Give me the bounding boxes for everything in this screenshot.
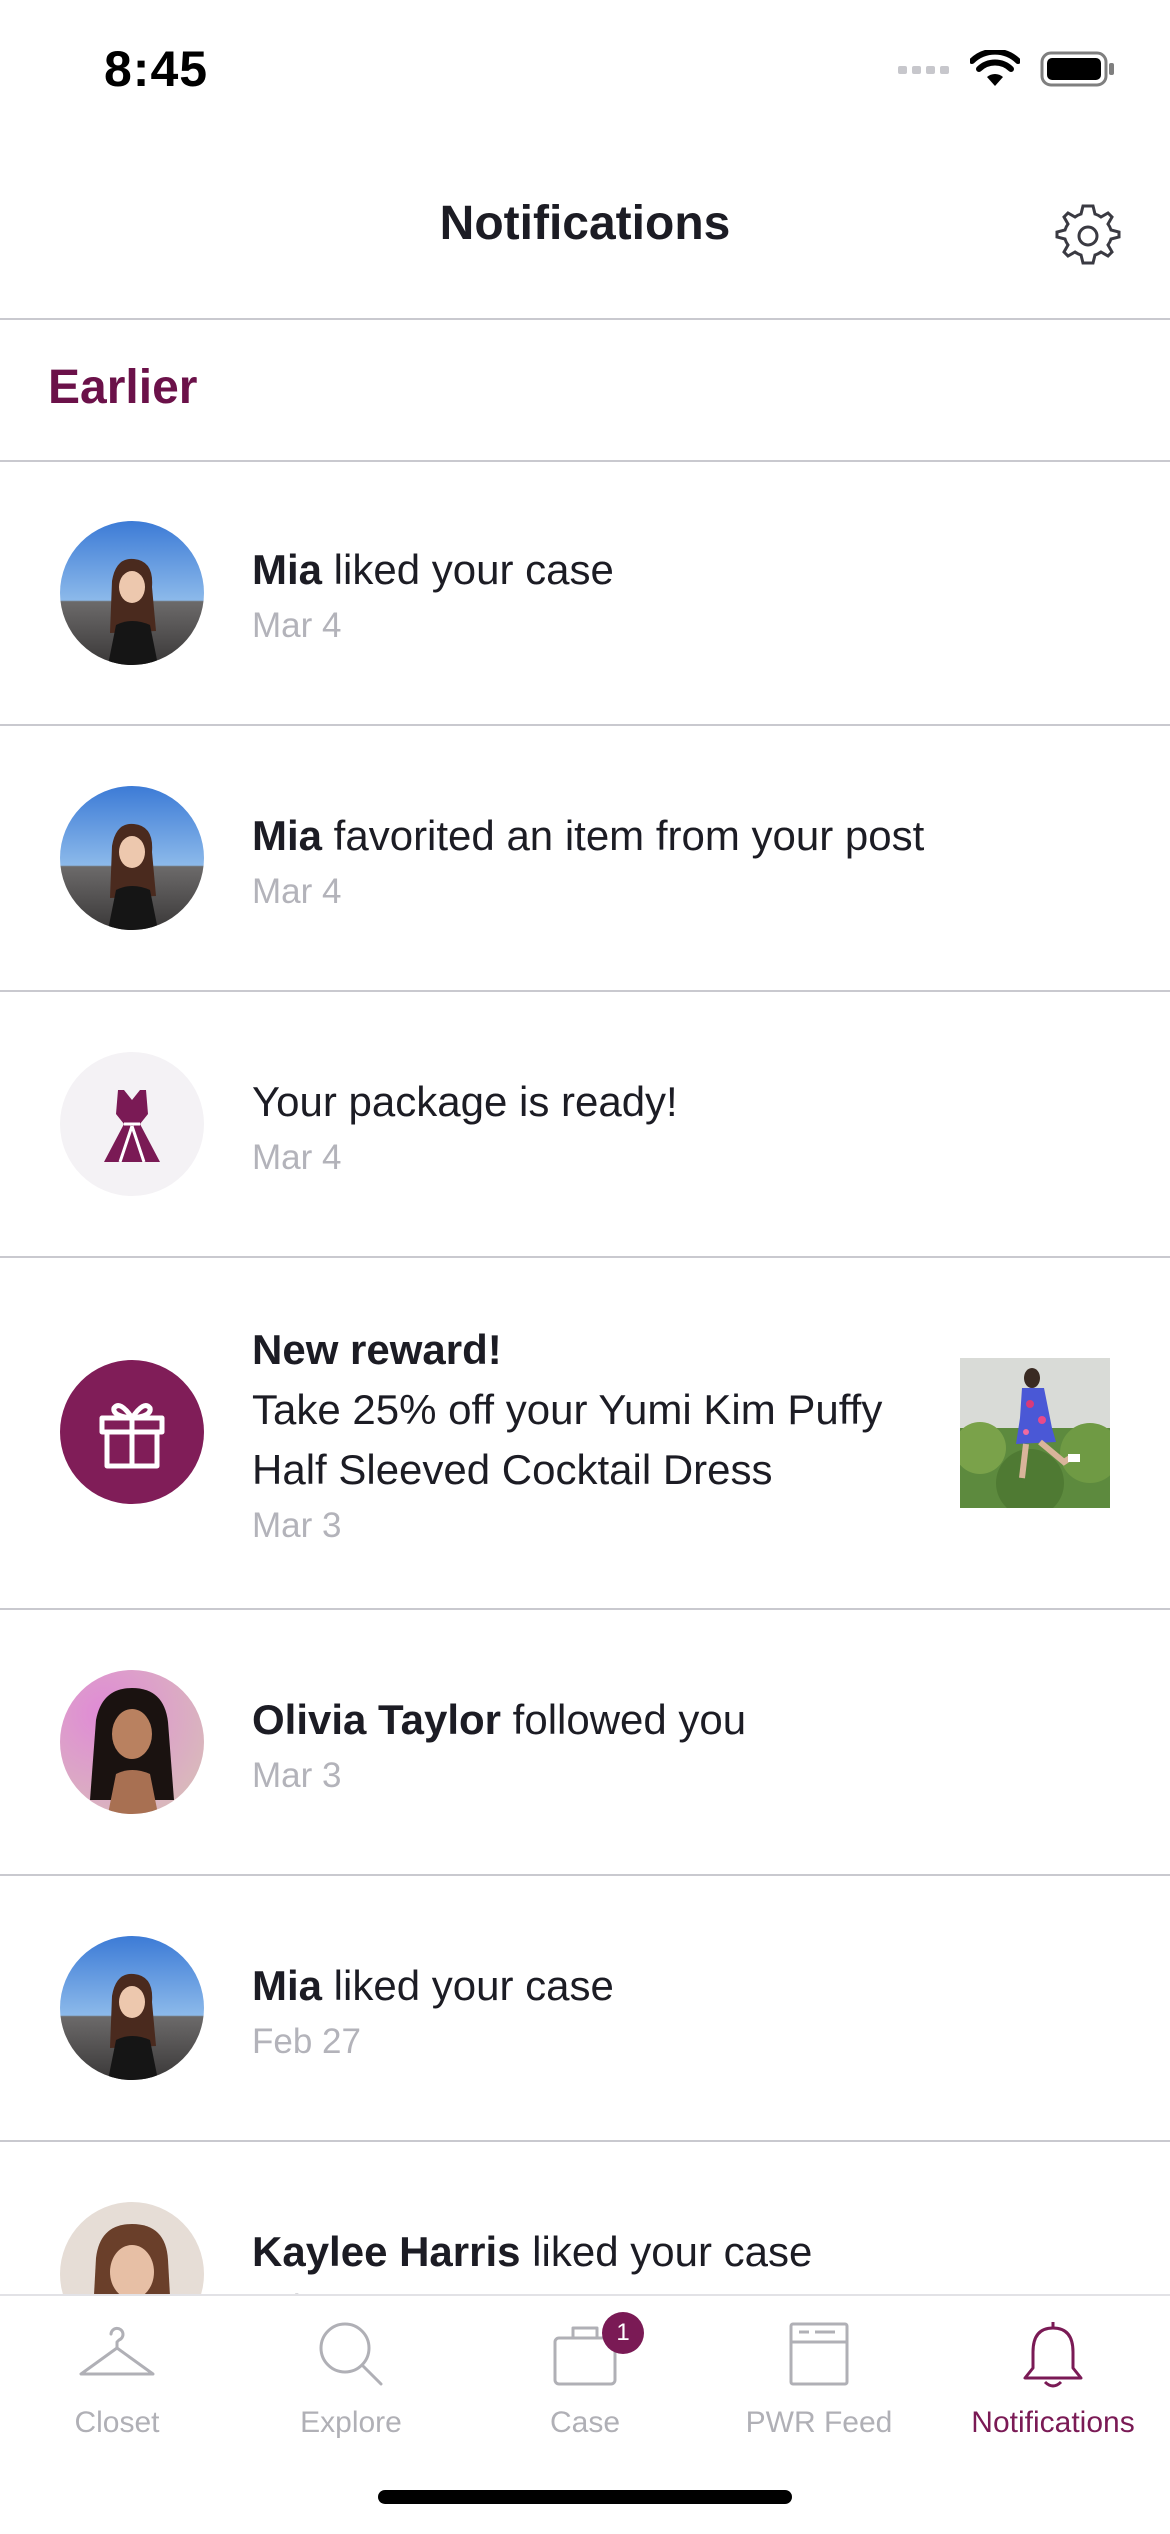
notification-item[interactable]: Your package is ready! Mar 4 [0, 992, 1170, 1258]
tab-explore[interactable]: Explore [234, 2296, 468, 2466]
user-name[interactable]: Mia [252, 546, 322, 593]
user-name[interactable]: Olivia Taylor [252, 1696, 501, 1743]
gift-icon [60, 1360, 204, 1504]
notification-message: Olivia Taylor followed you [252, 1696, 747, 1743]
case-count-badge: 1 [602, 2312, 644, 2354]
notification-content: Mia liked your case Mar 4 [252, 540, 1110, 650]
tab-label: PWR Feed [745, 2406, 893, 2439]
feed-icon [789, 2322, 849, 2386]
notification-message: Mia favorited an item from your post [252, 812, 925, 859]
notification-date: Mar 4 [252, 606, 342, 645]
page-title: Notifications [439, 197, 731, 250]
notifications-list: Mia liked your case Mar 4 Mia favorited … [0, 462, 1170, 2346]
user-name[interactable]: Mia [252, 812, 322, 859]
notification-item[interactable]: Mia liked your case Feb 27 [0, 1876, 1170, 2142]
tab-pwr-feed[interactable]: PWR Feed [702, 2296, 936, 2466]
tab-label: Closet [74, 2406, 160, 2439]
notification-date: Mar 3 [252, 1756, 342, 1795]
section-title: Earlier [48, 361, 198, 414]
nav-header: Notifications [0, 150, 1170, 320]
tab-label: Notifications [971, 2406, 1135, 2439]
user-name[interactable]: Mia [252, 1962, 322, 2009]
reward-description-line-2: Half Sleeved Cocktail Dress [252, 1446, 773, 1493]
reward-description-line-1: Take 25% off your Yumi Kim Puffy [252, 1386, 883, 1433]
notification-item[interactable]: Mia liked your case Mar 4 [0, 462, 1170, 726]
notification-message: Kaylee Harris liked your case [252, 2228, 813, 2275]
gear-icon [1055, 204, 1121, 265]
tab-closet[interactable]: Closet [0, 2296, 234, 2466]
notification-item[interactable]: Olivia Taylor followed you Mar 3 [0, 1610, 1170, 1876]
section-header: Earlier [0, 320, 1170, 462]
notification-message: Mia liked your case [252, 546, 614, 593]
reward-title: New reward! [252, 1326, 502, 1373]
product-thumbnail[interactable] [960, 1358, 1110, 1508]
status-icons [898, 48, 1116, 93]
search-icon [319, 2322, 383, 2386]
tab-label: Explore [300, 2406, 402, 2439]
notification-date: Mar 3 [252, 1506, 342, 1545]
notification-date: Mar 4 [252, 872, 342, 911]
status-bar: 8:45 [0, 0, 1170, 150]
avatar[interactable] [60, 1936, 204, 2080]
notification-content: Olivia Taylor followed you Mar 3 [252, 1690, 1110, 1800]
cellular-signal-icon [898, 62, 950, 81]
notification-content: Mia favorited an item from your post Mar… [252, 806, 1110, 916]
bell-icon [1023, 2322, 1083, 2388]
battery-icon [1040, 51, 1116, 92]
settings-button[interactable] [1054, 200, 1122, 268]
wifi-icon [969, 48, 1021, 93]
status-time: 8:45 [104, 41, 209, 97]
notification-item[interactable]: Mia favorited an item from your post Mar… [0, 726, 1170, 992]
notification-date: Mar 4 [252, 1138, 342, 1177]
avatar[interactable] [60, 521, 204, 665]
notification-message: Your package is ready! [252, 1078, 678, 1125]
notification-content: Mia liked your case Feb 27 [252, 1956, 1110, 2066]
notification-date: Feb 27 [252, 2022, 361, 2061]
user-name[interactable]: Kaylee Harris [252, 2228, 521, 2275]
home-indicator[interactable] [378, 2490, 792, 2504]
tab-case[interactable]: 1 Case [468, 2296, 702, 2466]
notification-item[interactable]: New reward! Take 25% off your Yumi Kim P… [0, 1258, 1170, 1610]
notification-content: Your package is ready! Mar 4 [252, 1072, 1110, 1182]
dress-icon [60, 1052, 204, 1196]
hanger-icon [79, 2326, 155, 2376]
avatar[interactable] [60, 786, 204, 930]
notification-content: New reward! Take 25% off your Yumi Kim P… [252, 1320, 920, 1550]
tab-notifications[interactable]: Notifications [936, 2296, 1170, 2466]
notification-message: Mia liked your case [252, 1962, 614, 2009]
tab-label: Case [549, 2406, 621, 2439]
avatar[interactable] [60, 1670, 204, 1814]
